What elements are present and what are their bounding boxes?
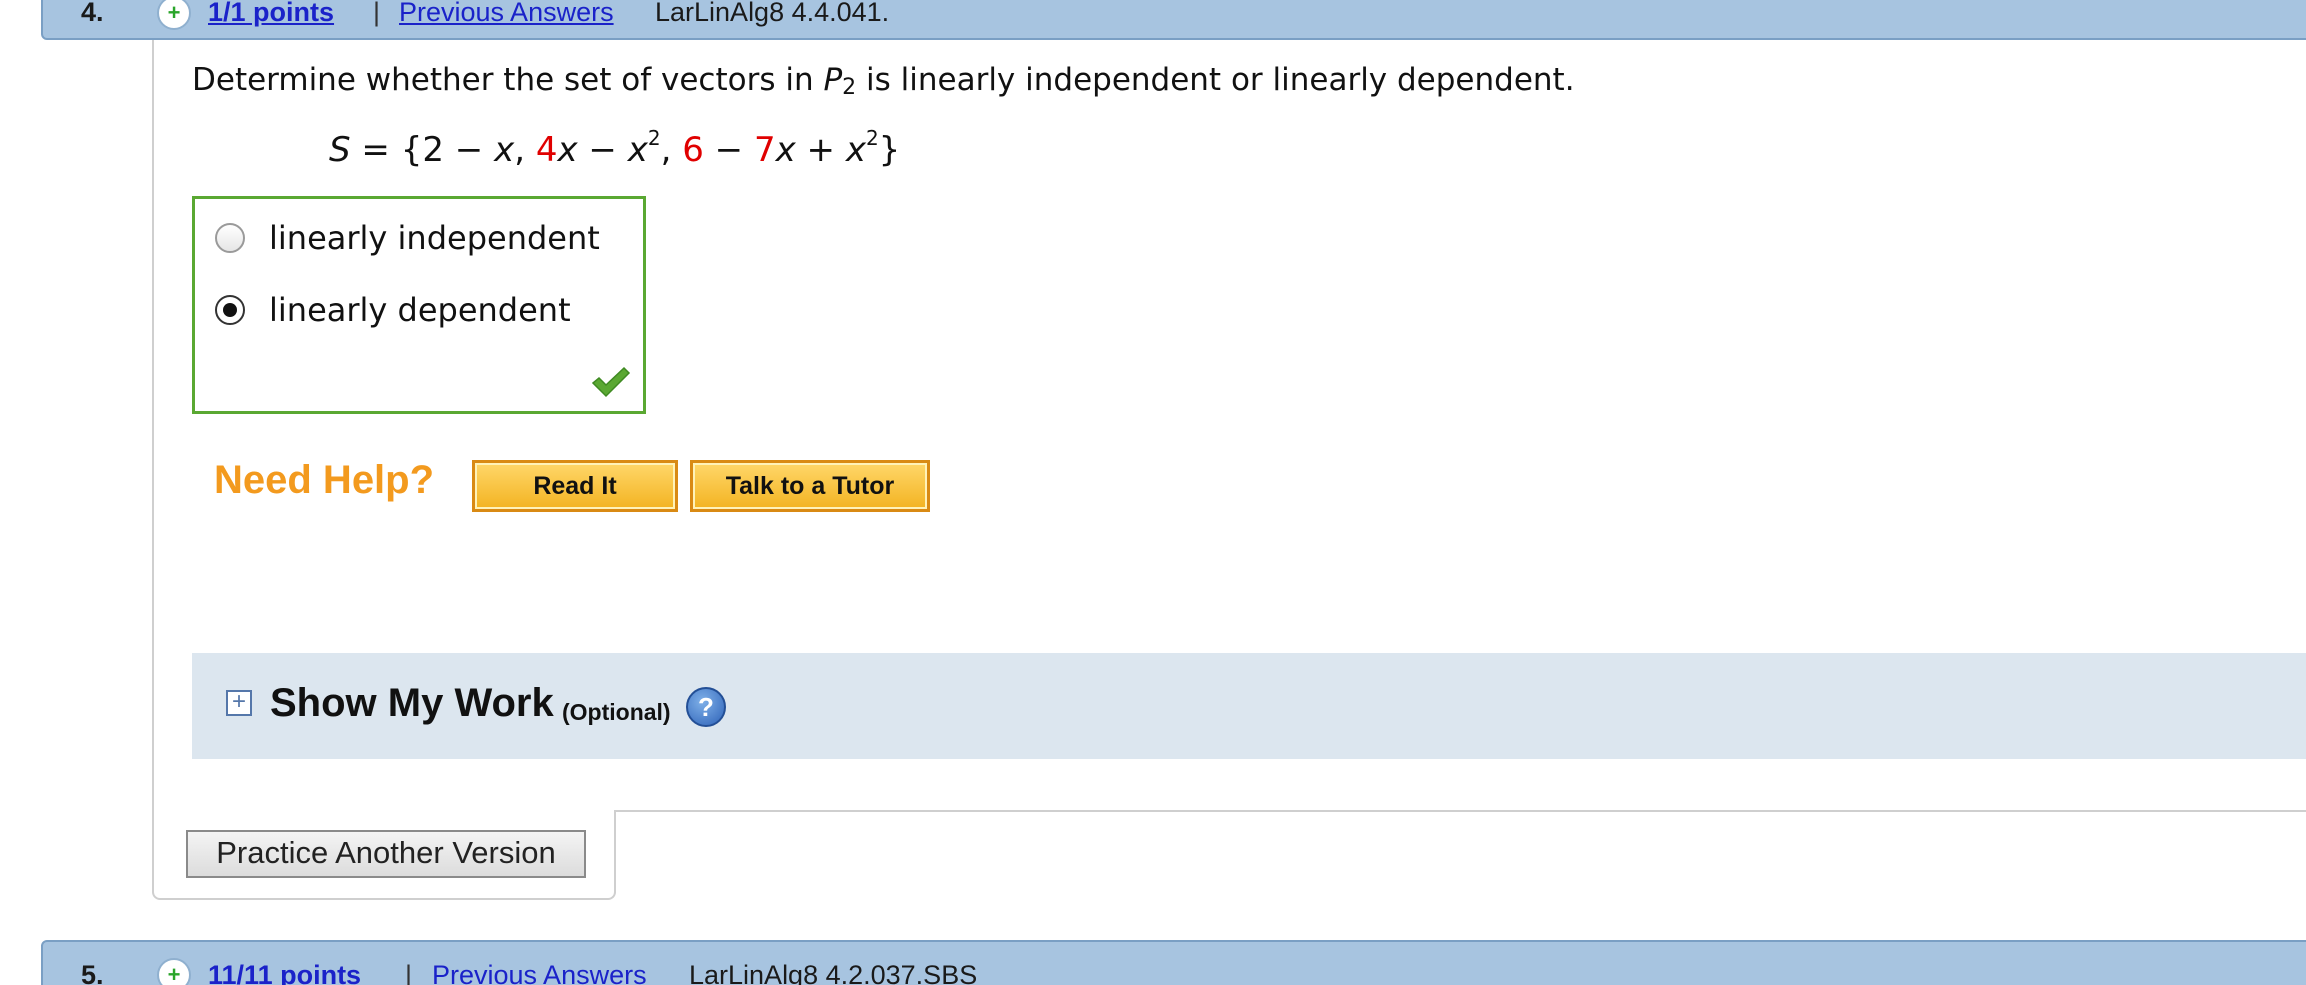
option-independent[interactable]: linearly independent bbox=[215, 219, 600, 257]
option-label: linearly dependent bbox=[269, 291, 571, 329]
points-link[interactable]: 11/11 points bbox=[208, 960, 361, 985]
show-my-work-title[interactable]: Show My Work bbox=[270, 681, 554, 726]
question-4-header: 4. + 1/1 points | Previous Answers LarLi… bbox=[41, 0, 2306, 40]
expand-box-icon[interactable]: + bbox=[226, 690, 252, 716]
expand-plus-icon[interactable]: + bbox=[157, 958, 191, 985]
vector-set-equation: S = {2 − x, 4x − x2, 6 − 7x + x2} bbox=[329, 126, 901, 170]
previous-answers-link[interactable]: Previous Answers bbox=[399, 0, 614, 28]
read-it-button[interactable]: Read It bbox=[472, 460, 678, 512]
show-my-work-panel: + Show My Work (Optional) ? bbox=[192, 653, 2306, 759]
header-separator: | bbox=[405, 960, 413, 985]
question-prompt: Determine whether the set of vectors in … bbox=[192, 62, 1575, 100]
practice-tab: Practice Another Version bbox=[152, 810, 616, 900]
help-question-icon[interactable]: ? bbox=[686, 687, 726, 727]
expand-plus-icon[interactable]: + bbox=[157, 0, 191, 30]
optional-label: (Optional) bbox=[562, 699, 671, 725]
previous-answers-link[interactable]: Previous Answers bbox=[432, 960, 647, 985]
question-number: 4. bbox=[81, 0, 104, 27]
radio-unselected[interactable] bbox=[215, 223, 245, 253]
practice-another-version-button[interactable]: Practice Another Version bbox=[186, 830, 586, 878]
answer-box: linearly independent linearly dependent bbox=[192, 196, 646, 414]
vector-space-symbol: P bbox=[823, 62, 843, 98]
question-code: LarLinAlg8 4.2.037.SBS bbox=[689, 960, 978, 985]
question-5-header: 5. + 11/11 points | Previous Answers Lar… bbox=[41, 940, 2306, 985]
question-number: 5. bbox=[81, 960, 104, 985]
checkmark-icon bbox=[591, 366, 631, 398]
talk-to-tutor-button[interactable]: Talk to a Tutor bbox=[690, 460, 930, 512]
radio-selected[interactable] bbox=[215, 295, 245, 325]
option-dependent[interactable]: linearly dependent bbox=[215, 291, 571, 329]
question-body: Determine whether the set of vectors in … bbox=[152, 40, 2306, 812]
header-separator: | bbox=[373, 0, 381, 27]
question-code: LarLinAlg8 4.4.041. bbox=[655, 0, 890, 27]
option-label: linearly independent bbox=[269, 219, 600, 257]
need-help-label: Need Help? bbox=[214, 458, 435, 502]
points-link[interactable]: 1/1 points bbox=[208, 0, 334, 28]
